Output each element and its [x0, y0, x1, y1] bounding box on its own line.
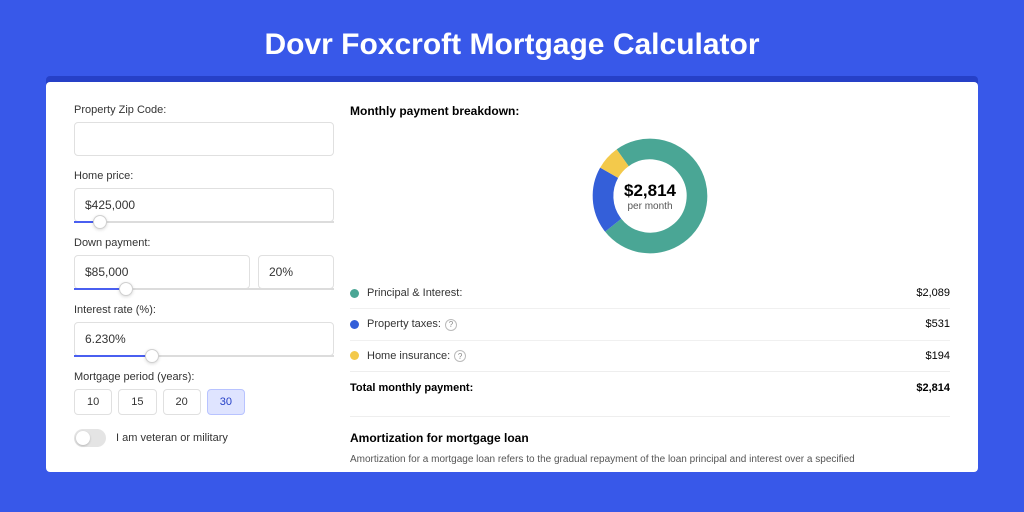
- veteran-label: I am veteran or military: [116, 432, 228, 444]
- info-icon[interactable]: ?: [454, 350, 466, 362]
- breakdown-value: $531: [926, 318, 950, 330]
- breakdown-label: Principal & Interest:: [367, 287, 916, 299]
- period-button-20[interactable]: 20: [163, 389, 201, 415]
- mortgage-period-group: 1015 2030: [74, 389, 334, 415]
- breakdown-value: $2,089: [916, 287, 950, 299]
- page-title: Dovr Foxcroft Mortgage Calculator: [0, 0, 1024, 76]
- total-value: $2,814: [916, 382, 950, 394]
- breakdown-panel: Monthly payment breakdown: $2,814 per mo…: [350, 104, 950, 472]
- breakdown-value: $194: [926, 350, 950, 362]
- form-panel: Property Zip Code: Home price: Down paym…: [74, 104, 334, 472]
- period-button-10[interactable]: 10: [74, 389, 112, 415]
- down-payment-label: Down payment:: [74, 237, 334, 249]
- interest-rate-label: Interest rate (%):: [74, 304, 334, 316]
- zip-input[interactable]: [74, 122, 334, 156]
- calculator-card: Property Zip Code: Home price: Down paym…: [46, 82, 978, 472]
- period-button-15[interactable]: 15: [118, 389, 156, 415]
- breakdown-row: Principal & Interest:$2,089: [350, 278, 950, 308]
- down-payment-slider[interactable]: [74, 288, 334, 290]
- breakdown-donut-chart: $2,814 per month: [588, 134, 712, 258]
- down-payment-pct-input[interactable]: [258, 255, 334, 289]
- amortization-text: Amortization for a mortgage loan refers …: [350, 453, 950, 467]
- breakdown-label: Home insurance:?: [367, 350, 926, 363]
- legend-dot: [350, 289, 359, 298]
- total-label: Total monthly payment:: [350, 382, 916, 394]
- donut-center-sub: per month: [627, 201, 672, 212]
- breakdown-title: Monthly payment breakdown:: [350, 104, 950, 118]
- mortgage-period-label: Mortgage period (years):: [74, 371, 334, 383]
- amortization-title: Amortization for mortgage loan: [350, 431, 950, 445]
- breakdown-row: Home insurance:?$194: [350, 340, 950, 372]
- legend-dot: [350, 320, 359, 329]
- home-price-input[interactable]: [74, 188, 334, 222]
- down-payment-input[interactable]: [74, 255, 250, 289]
- veteran-toggle[interactable]: [74, 429, 106, 447]
- period-button-30[interactable]: 30: [207, 389, 245, 415]
- interest-rate-input[interactable]: [74, 322, 334, 356]
- breakdown-label: Property taxes:?: [367, 318, 926, 331]
- breakdown-row: Property taxes:?$531: [350, 308, 950, 340]
- home-price-label: Home price:: [74, 170, 334, 182]
- info-icon[interactable]: ?: [445, 319, 457, 331]
- home-price-slider[interactable]: [74, 221, 334, 223]
- donut-center-value: $2,814: [624, 181, 676, 201]
- legend-dot: [350, 351, 359, 360]
- interest-rate-slider[interactable]: [74, 355, 334, 357]
- zip-label: Property Zip Code:: [74, 104, 334, 116]
